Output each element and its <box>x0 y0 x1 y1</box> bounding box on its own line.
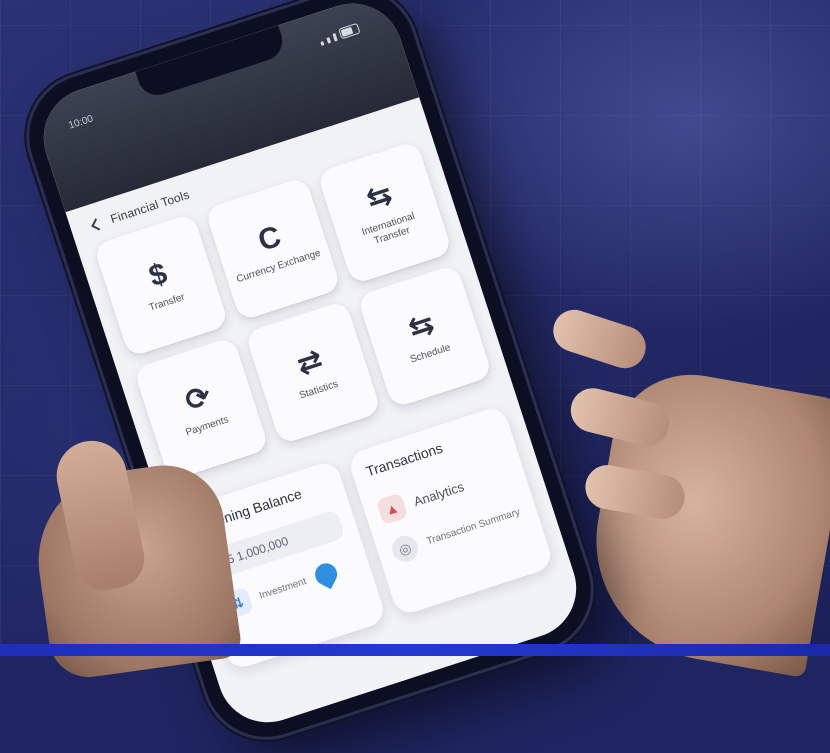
back-chevron-icon[interactable] <box>91 217 104 231</box>
tile-transfer[interactable]: $ Transfer <box>93 212 230 358</box>
split-icon: ⇆ <box>404 306 439 346</box>
refresh-icon: C <box>254 219 285 258</box>
tile-payments[interactable]: ⟳ Payments <box>133 336 270 482</box>
swap-icon: ⇄ <box>292 342 327 382</box>
exchange-icon: ⇆ <box>362 176 397 217</box>
transactions-card[interactable]: Transactions ▲ Analytics ◎ Transaction S… <box>346 404 555 617</box>
tile-label: Statistics <box>297 378 340 402</box>
row-label: Analytics <box>411 478 466 509</box>
summary-icon: ◎ <box>388 532 422 566</box>
location-pin-icon[interactable] <box>311 559 341 590</box>
tile-currency-exchange[interactable]: C Currency Exchange <box>204 176 342 322</box>
recurring-icon: ⟳ <box>181 378 216 419</box>
tile-schedule[interactable]: ⇆ Schedule <box>356 263 494 409</box>
row-label: Investment <box>257 575 308 602</box>
analytics-icon: ▲ <box>375 492 409 526</box>
tile-label: Payments <box>184 414 230 439</box>
tile-international-transfer[interactable]: ⇆ International Transfer <box>316 140 453 286</box>
tile-label: Schedule <box>408 341 452 366</box>
bottom-accent-bar <box>0 644 830 656</box>
tile-label: Transfer <box>147 291 187 314</box>
row-label: Transaction Summary <box>425 506 522 547</box>
tile-label: International Transfer <box>360 210 417 247</box>
tile-statistics[interactable]: ⇄ Statistics <box>244 300 382 445</box>
dollar-icon: $ <box>144 256 172 294</box>
signal-icon <box>326 37 332 44</box>
signal-icon <box>332 33 338 42</box>
